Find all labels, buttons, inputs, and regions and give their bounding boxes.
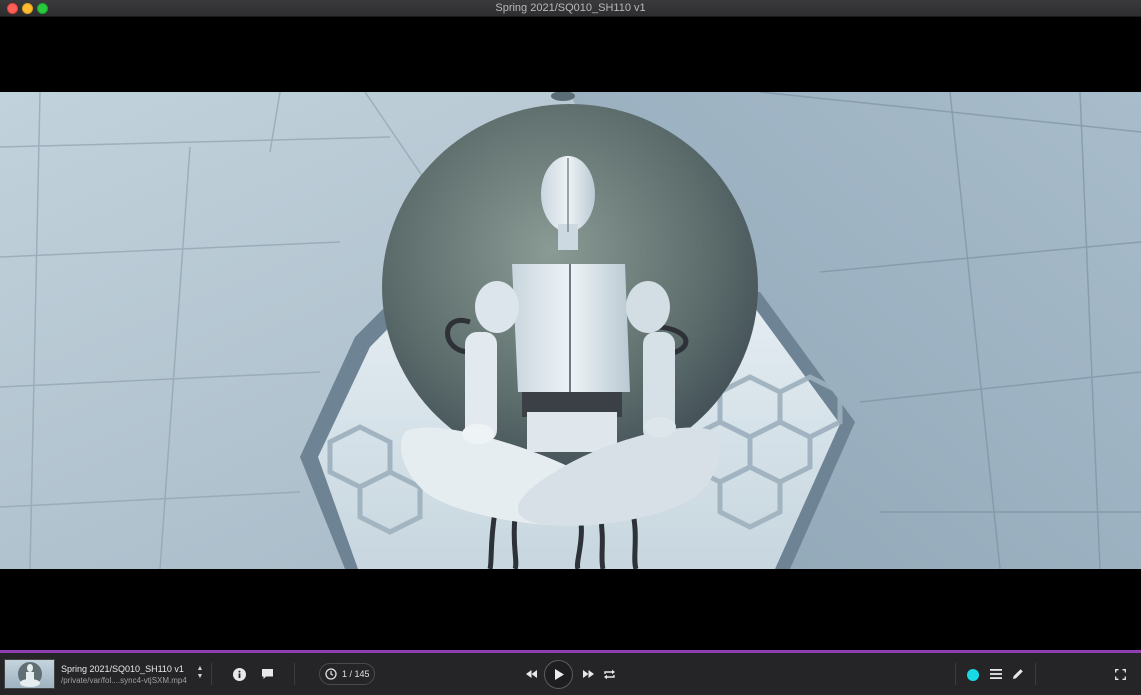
clock-icon <box>325 668 337 680</box>
window-title: Spring 2021/SQ010_SH110 v1 <box>495 2 646 14</box>
video-viewport[interactable] <box>0 17 1141 643</box>
menu-icon <box>990 669 1002 679</box>
play-button[interactable] <box>544 660 573 689</box>
play-icon <box>554 669 564 680</box>
frame-counter[interactable]: 1 / 145 <box>319 663 375 685</box>
clip-switcher-stepper[interactable]: ▲ ▼ <box>195 665 205 683</box>
divider <box>955 663 956 685</box>
divider <box>211 663 212 685</box>
fast-forward-icon <box>582 670 594 678</box>
frame-counter-text: 1 / 145 <box>342 669 370 679</box>
menu-button[interactable] <box>988 667 1004 681</box>
comments-button[interactable] <box>258 665 276 683</box>
clip-file-path: /private/var/fol....sync4-vtjSXM.mp4 <box>61 676 187 685</box>
player-controls: Spring 2021/SQ010_SH110 v1 /private/var/… <box>0 653 1141 695</box>
pencil-icon <box>1013 669 1023 679</box>
comment-icon <box>261 669 273 679</box>
divider <box>294 663 295 685</box>
info-icon <box>232 667 246 681</box>
draw-button[interactable] <box>1010 666 1026 682</box>
chevron-down-icon[interactable]: ▼ <box>195 673 205 681</box>
chevron-up-icon[interactable]: ▲ <box>195 665 205 673</box>
clip-name: Spring 2021/SQ010_SH110 v1 <box>61 664 184 674</box>
clip-thumbnail[interactable] <box>4 659 55 689</box>
video-frame[interactable] <box>0 92 1141 569</box>
loop-icon <box>603 669 615 679</box>
divider <box>1035 663 1036 685</box>
rewind-icon <box>525 670 537 678</box>
fast-forward-button[interactable] <box>580 667 596 681</box>
annotation-color-picker[interactable] <box>967 669 979 681</box>
title-bar: Spring 2021/SQ010_SH110 v1 <box>0 0 1141 17</box>
rewind-button[interactable] <box>523 667 539 681</box>
loop-button[interactable] <box>601 666 617 682</box>
info-button[interactable] <box>230 665 248 683</box>
fullscreen-button[interactable] <box>1112 666 1128 682</box>
fullscreen-icon <box>1114 668 1126 680</box>
